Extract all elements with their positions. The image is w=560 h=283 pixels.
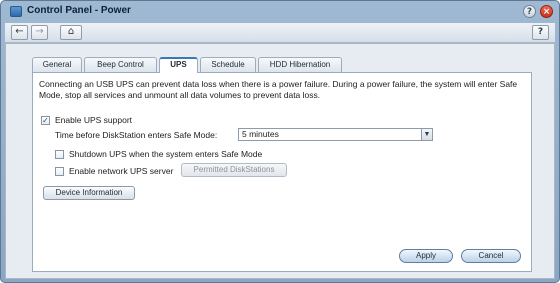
close-icon[interactable]: ×: [540, 5, 553, 18]
network-ups-row[interactable]: Enable network UPS server: [55, 166, 173, 176]
question-icon[interactable]: ?: [532, 25, 549, 40]
help-icon[interactable]: ?: [523, 5, 536, 18]
network-ups-checkbox[interactable]: [55, 166, 64, 176]
back-arrow-icon[interactable]: ←: [11, 25, 28, 40]
control-panel-window: Control Panel - Power ? × ← → ⌂ ? Genera…: [0, 0, 560, 283]
enable-ups-checkbox[interactable]: ✓: [41, 115, 50, 125]
permitted-diskstations-button[interactable]: Permitted DiskStations: [181, 163, 287, 177]
device-information-button[interactable]: Device Information: [43, 186, 135, 200]
network-ups-label: Enable network UPS server: [69, 166, 174, 176]
enable-ups-label: Enable UPS support: [55, 115, 133, 125]
ups-description: Connecting an USB UPS can prevent data l…: [39, 79, 518, 100]
window-title: Control Panel - Power: [27, 5, 131, 16]
cancel-button[interactable]: Cancel: [461, 249, 521, 263]
safe-mode-value: 5 minutes: [242, 129, 279, 139]
title-bar: Control Panel - Power ? ×: [1, 1, 559, 23]
ups-panel: Connecting an USB UPS can prevent data l…: [32, 72, 532, 272]
content-area: General Beep Control UPS Schedule HDD Hi…: [5, 43, 555, 279]
shutdown-ups-label: Shutdown UPS when the system enters Safe…: [69, 149, 263, 159]
home-icon[interactable]: ⌂: [60, 25, 82, 40]
tab-beep-control[interactable]: Beep Control: [84, 57, 157, 72]
toolbar: ← → ⌂ ?: [5, 23, 555, 43]
tab-schedule[interactable]: Schedule: [200, 57, 256, 72]
enable-ups-row[interactable]: ✓ Enable UPS support: [41, 115, 132, 125]
tab-general[interactable]: General: [32, 57, 82, 72]
forward-arrow-icon[interactable]: →: [31, 25, 48, 40]
tab-hdd-hibernation[interactable]: HDD Hibernation: [258, 57, 342, 72]
apply-button[interactable]: Apply: [399, 249, 453, 263]
chevron-down-icon[interactable]: ▼: [421, 129, 432, 140]
tab-ups[interactable]: UPS: [159, 57, 198, 73]
shutdown-ups-row[interactable]: Shutdown UPS when the system enters Safe…: [55, 149, 262, 159]
control-panel-icon: [10, 6, 22, 17]
shutdown-ups-checkbox[interactable]: [55, 149, 64, 159]
safe-mode-label: Time before DiskStation enters Safe Mode…: [55, 130, 218, 140]
safe-mode-select[interactable]: 5 minutes ▼: [238, 128, 433, 141]
